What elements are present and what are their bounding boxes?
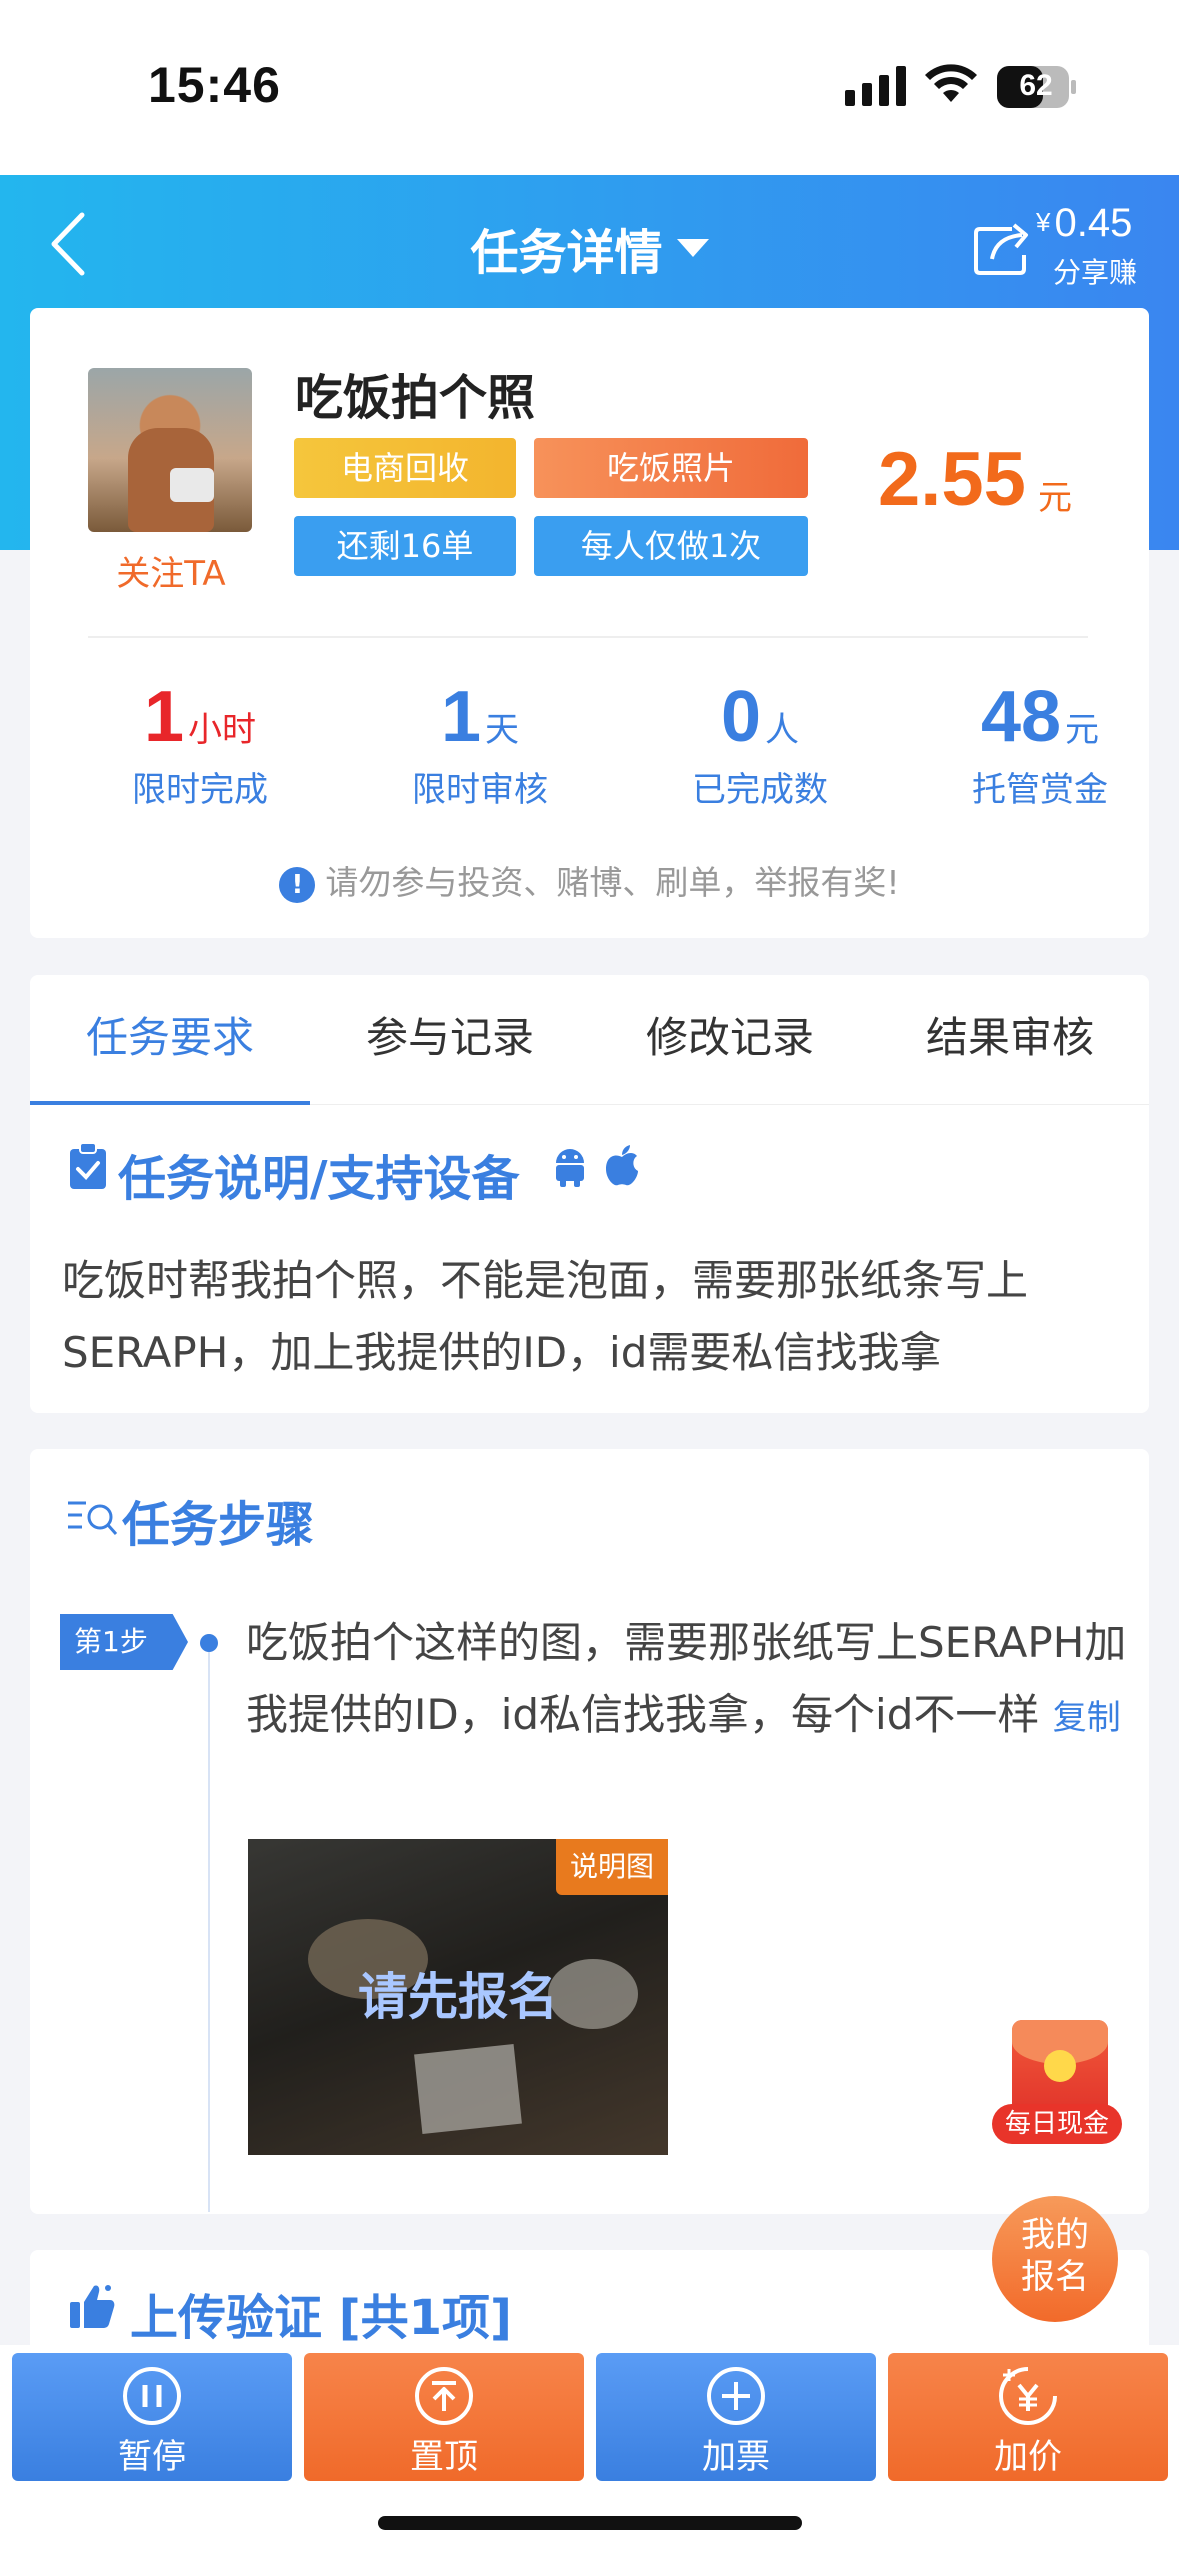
share-icon[interactable] [972, 219, 1034, 277]
description-title: 任务说明/支持设备 [118, 1151, 520, 1207]
tag-type: 吃饭照片 [534, 438, 808, 498]
steps-title: 任务步骤 [122, 1497, 315, 1553]
step-text: 吃饭拍个这样的图，需要那张纸写上SERAPH加我提供的ID，id私信找我拿，每个… [246, 1618, 1127, 1739]
upload-title: 上传验证 [共1项] [130, 2290, 512, 2346]
active-tab-indicator [30, 1101, 310, 1105]
signup-first-cta: 请先报名 [358, 1968, 558, 2026]
daily-cash-button[interactable]: 每日现金 [992, 2020, 1122, 2146]
clipboard-check-icon [70, 1143, 106, 1189]
pin-top-icon [415, 2367, 473, 2425]
image-tag: 说明图 [556, 1839, 668, 1895]
add-tickets-button[interactable]: 加票 [596, 2353, 876, 2481]
stat-review-limit: 1天 限时审核 [412, 677, 548, 810]
caret-down-icon [676, 239, 709, 257]
raise-price-icon [999, 2367, 1057, 2425]
raise-price-button[interactable]: 加价 [888, 2353, 1168, 2481]
task-price: 2.55 [878, 437, 1026, 522]
description-text: 吃饭时帮我拍个照，不能是泡面，需要那张纸条写上SERAPH，加上我提供的ID，i… [62, 1256, 1029, 1377]
tag-category: 电商回收 [294, 438, 516, 498]
list-search-icon [68, 1501, 118, 1535]
tab-review[interactable]: 结果审核 [870, 975, 1150, 1105]
task-name: 吃饭拍个照 [295, 370, 536, 426]
my-signup-button[interactable]: 我的 报名 [992, 2196, 1118, 2322]
tab-participation[interactable]: 参与记录 [310, 975, 590, 1105]
copy-link[interactable]: 复制 [1053, 1698, 1121, 1738]
cellular-signal-icon [845, 66, 906, 106]
price-unit: 元 [1038, 478, 1072, 518]
stat-time-limit: 1 小时 限时完成 [132, 677, 268, 810]
home-indicator [378, 2516, 802, 2530]
tab-requirements[interactable]: 任务要求 [30, 975, 310, 1105]
tag-limit: 每人仅做1次 [534, 516, 808, 576]
tag-remaining: 还剩16单 [294, 516, 516, 576]
thumbs-up-icon [70, 2285, 115, 2328]
share-earn-label[interactable]: 分享赚 [1053, 251, 1137, 291]
exclamation-icon: ! [279, 866, 316, 903]
page-title: 任务详情 [470, 225, 663, 281]
pin-top-button[interactable]: 置顶 [304, 2353, 584, 2481]
task-info-card: 关注TA 吃饭拍个照 电商回收 吃饭照片 还剩16单 每人仅做1次 2.55 元… [30, 308, 1149, 938]
plus-icon [707, 2367, 765, 2425]
apple-icon [606, 1145, 638, 1186]
tab-edit-history[interactable]: 修改记录 [590, 975, 870, 1105]
avatar[interactable] [88, 368, 252, 532]
follow-button[interactable]: 关注TA [86, 546, 256, 595]
pause-button[interactable]: 暂停 [12, 2353, 292, 2481]
task-steps-card: 任务步骤 第1步 吃饭拍个这样的图，需要那张纸写上SERAPH加我提供的ID，i… [30, 1449, 1149, 2214]
android-icon [556, 1149, 584, 1187]
warning-notice: ! 请勿参与投资、赌博、刷单，举报有奖! [30, 856, 1149, 904]
stat-completed: 0人 已完成数 [692, 677, 828, 810]
stat-escrow-reward: 48 元 托管赏金 [972, 677, 1108, 810]
wifi-icon [925, 64, 977, 102]
task-requirements-card: 任务要求 参与记录 修改记录 结果审核 任务说明/支持设备 吃饭时帮我拍个照，不… [30, 975, 1149, 1413]
tab-bar: 任务要求 参与记录 修改记录 结果审核 [30, 975, 1149, 1105]
bottom-action-bar: 暂停 置顶 加票 加价 [0, 2345, 1179, 2556]
divider [88, 636, 1088, 638]
pause-icon [123, 2367, 181, 2425]
step-example-image[interactable]: 说明图 请先报名 [248, 1839, 668, 2155]
daily-cash-label: 每日现金 [992, 2104, 1122, 2144]
status-time: 15:46 [148, 57, 281, 113]
battery-level: 62 [1019, 69, 1053, 102]
coin-icon [1044, 2050, 1076, 2082]
share-amount[interactable]: ¥0.45 [1036, 201, 1132, 246]
step-dot [200, 1634, 218, 1652]
status-bar: 15:46 62 [0, 0, 1179, 175]
step-badge: 第1步 [60, 1614, 188, 1670]
step-timeline [208, 1652, 210, 2212]
